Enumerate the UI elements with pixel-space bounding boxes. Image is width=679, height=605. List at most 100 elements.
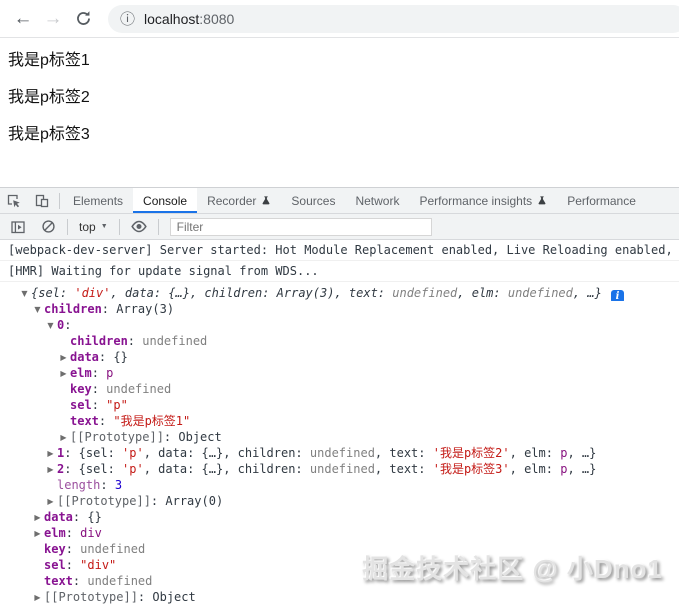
console-text: , …} [567, 446, 597, 460]
console-text: p [106, 366, 114, 380]
tree-row: ▶ elm: div [0, 525, 679, 541]
toolbar-divider [118, 218, 120, 235]
console-text: [[Prototype]] [57, 494, 151, 508]
live-expression-button[interactable] [125, 219, 153, 234]
expand-arrow-icon[interactable]: ▼ [31, 302, 44, 317]
tab-performance[interactable]: Performance [557, 188, 646, 213]
collapse-arrow-icon[interactable]: ▶ [44, 494, 57, 509]
console-text: text [70, 414, 99, 428]
device-toolbar-icon [34, 193, 50, 209]
tab-network[interactable]: Network [345, 188, 409, 213]
console-text: : {} [98, 350, 128, 364]
console-text: '我是p标签2' [432, 446, 510, 460]
devtools-tabbar: Elements Console Recorder Sources Network Per… [0, 187, 679, 214]
expand-arrow-icon[interactable]: ▼ [18, 286, 31, 301]
collapse-arrow-icon[interactable]: ▶ [57, 430, 70, 445]
collapse-arrow-icon[interactable]: ▶ [31, 590, 44, 605]
console-text: , text: [374, 462, 433, 476]
address-bar[interactable]: ⓘ localhost:8080 [108, 4, 679, 33]
clear-console-button[interactable] [34, 219, 62, 234]
tab-recorder[interactable]: Recorder [197, 188, 281, 213]
arrow-spacer [57, 398, 70, 413]
tree-row: ▶ [[Prototype]]: Object [0, 429, 679, 445]
tree-row: ▶ data: {} [0, 509, 679, 525]
console-text: key [70, 382, 92, 396]
tab-sources[interactable]: Sources [281, 188, 345, 213]
tab-performance-insights[interactable]: Performance insights [409, 188, 557, 213]
console-text: : Object [163, 430, 222, 444]
console-text: length [57, 478, 101, 492]
console-text: , text: [374, 446, 433, 460]
console-text: , elm: [457, 286, 508, 300]
tree-row: ▶ [[Prototype]]: Object [0, 589, 679, 605]
back-button[interactable]: ← [8, 9, 38, 28]
console-text: text [44, 574, 73, 588]
arrow-spacer [44, 478, 57, 493]
tree-row: ▼ {sel: 'div', data: {…}, children: Array… [0, 285, 679, 301]
rendered-page: 我是p标签1 我是p标签2 我是p标签3 [0, 38, 679, 187]
tree-row: ▶ [[Prototype]]: Array(0) [0, 493, 679, 509]
tree-row: ▼ 0: [0, 317, 679, 333]
tree-row: key: undefined [0, 381, 679, 397]
expand-arrow-icon[interactable]: ▼ [44, 318, 57, 333]
console-text: data [70, 350, 99, 364]
collapse-arrow-icon[interactable]: ▶ [44, 462, 57, 477]
console-text: "p" [106, 398, 128, 412]
tab-label: Performance insights [419, 193, 533, 208]
console-text: : [98, 414, 114, 428]
url-text[interactable]: localhost:8080 [144, 11, 234, 27]
experiment-flask-icon [537, 195, 547, 206]
forward-button[interactable]: → [38, 9, 68, 28]
console-filter-input[interactable] [169, 217, 432, 236]
experiment-flask-icon [261, 195, 271, 206]
console-text: undefined [309, 446, 375, 460]
reload-button[interactable] [68, 10, 98, 27]
collapse-arrow-icon[interactable]: ▶ [57, 366, 70, 381]
chevron-down-icon: ▼ [100, 223, 108, 230]
collapse-arrow-icon[interactable]: ▶ [31, 526, 44, 541]
toolbar-divider [67, 218, 68, 235]
console-text: 3 [114, 478, 123, 492]
tree-row: ▶ 1: {sel: 'p', data: {…}, children: unde… [0, 445, 679, 461]
console-sidebar-icon [10, 219, 26, 235]
tab-label: Performance [567, 193, 636, 208]
eye-icon [130, 219, 148, 234]
tab-label: Recorder [207, 193, 257, 208]
console-text: 'p' [122, 446, 144, 460]
console-text: [[Prototype]] [70, 430, 164, 444]
console-log-row: [HMR] Waiting for update signal from WDS… [0, 261, 679, 282]
arrow-spacer [31, 574, 44, 589]
tree-row: children: undefined [0, 333, 679, 349]
inspect-cursor-icon [6, 193, 22, 209]
tree-row: text: undefined [0, 573, 679, 589]
collapse-arrow-icon[interactable]: ▶ [44, 446, 57, 461]
context-label: top [79, 219, 96, 234]
arrow-spacer [57, 382, 70, 397]
arrow-spacer [31, 542, 44, 557]
browser-toolbar: ← → ⓘ localhost:8080 [0, 0, 679, 38]
arrow-spacer [57, 334, 70, 349]
console-text: sel [70, 398, 92, 412]
inspect-element-button[interactable] [0, 188, 28, 213]
info-icon[interactable]: i [611, 290, 625, 301]
toggle-device-toolbar-button[interactable] [28, 188, 56, 213]
collapse-arrow-icon[interactable]: ▶ [31, 510, 44, 525]
console-text: children [44, 302, 102, 316]
console-text: '我是p标签3' [432, 462, 510, 476]
console-text: : {} [72, 510, 102, 524]
javascript-context-selector[interactable]: top ▼ [73, 220, 114, 234]
console-text: elm [44, 526, 66, 540]
console-text: , elm: [509, 446, 561, 460]
tab-label: Elements [73, 193, 124, 208]
tree-row: ▼ children: Array(3) [0, 301, 679, 317]
tab-console[interactable]: Console [133, 188, 198, 213]
console-text: "div" [80, 558, 117, 572]
console-text: undefined [142, 334, 208, 348]
tab-label: Network [355, 193, 400, 208]
console-sidebar-button[interactable] [4, 219, 32, 235]
page-info-icon[interactable]: ⓘ [120, 8, 135, 29]
console-text: : [65, 558, 81, 572]
tab-elements[interactable]: Elements [63, 188, 133, 213]
collapse-arrow-icon[interactable]: ▶ [57, 350, 70, 365]
console-text: 'p' [122, 462, 144, 476]
